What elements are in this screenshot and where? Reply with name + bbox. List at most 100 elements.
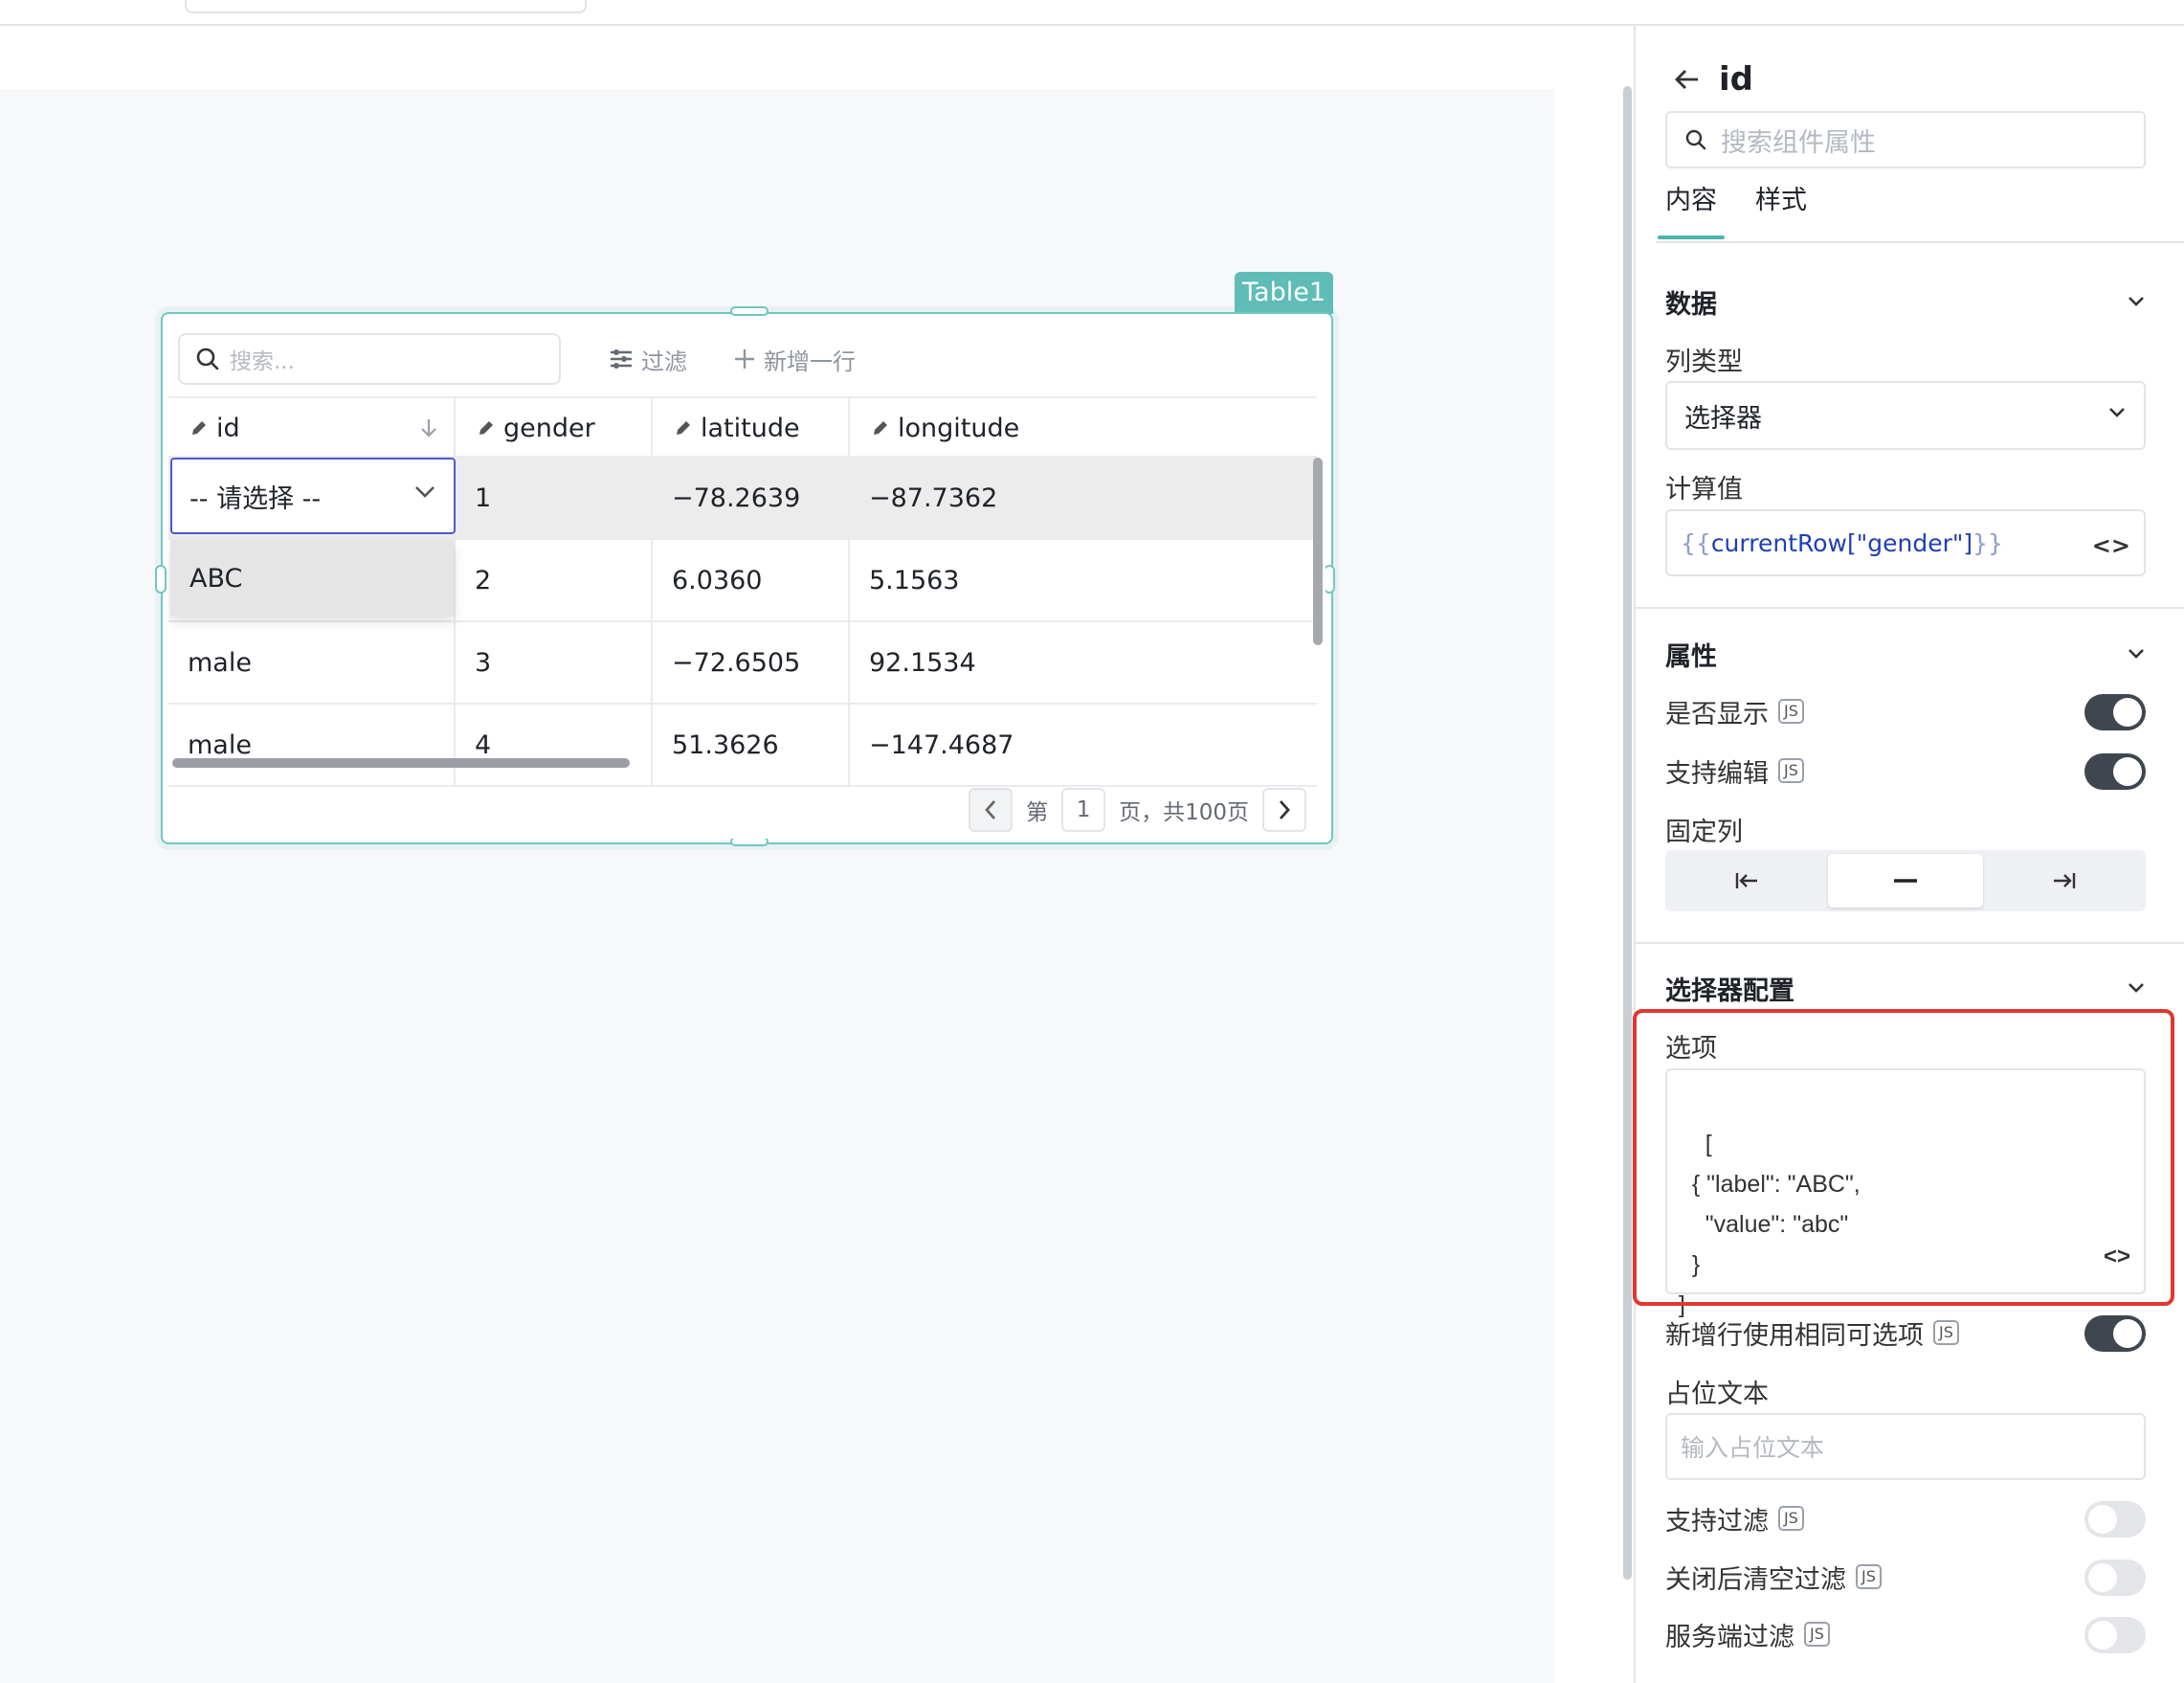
- fixed-column-segmented: [1665, 850, 2146, 911]
- same-options-toggle[interactable]: [2084, 1315, 2146, 1352]
- cell-gender[interactable]: 2: [456, 540, 653, 620]
- computed-value-label: 计算值: [1665, 474, 1743, 505]
- cell-gender[interactable]: 4: [456, 705, 653, 785]
- clear-filter-label-text: 关闭后清空过滤: [1665, 1564, 1846, 1595]
- filter-label: 过滤: [641, 348, 687, 375]
- filter-button[interactable]: 过滤: [609, 333, 687, 385]
- section-header-data[interactable]: 数据: [1665, 282, 2146, 321]
- highlight-annotation: [1633, 1009, 2174, 1306]
- code-icon[interactable]: <>: [2092, 532, 2130, 559]
- cell-longitude[interactable]: 92.1534: [850, 622, 1137, 703]
- section-divider: [1634, 607, 2184, 609]
- clear-filter-label: 关闭后清空过滤 JS: [1665, 1558, 1882, 1596]
- column-type-select[interactable]: 选择器: [1665, 381, 2146, 450]
- placeholder-input-placeholder: 输入占位文本: [1681, 1434, 1825, 1462]
- cell-longitude[interactable]: −147.4687: [850, 705, 1137, 785]
- js-badge[interactable]: JS: [1933, 1320, 1959, 1345]
- id-select-dropdown[interactable]: -- 请选择 --: [170, 458, 456, 534]
- column-header-latitude[interactable]: latitude: [653, 398, 850, 458]
- column-header-id[interactable]: id: [168, 398, 456, 458]
- filter-support-label: 支持过滤 JS: [1665, 1499, 1804, 1537]
- table-row[interactable]: male 3 −72.6505 92.1534: [168, 622, 1317, 705]
- visible-label-text: 是否显示: [1665, 699, 1769, 729]
- section-header-selector[interactable]: 选择器配置: [1665, 969, 2146, 1007]
- fix-none-button[interactable]: [1828, 854, 1983, 908]
- cell-latitude[interactable]: 6.0360: [653, 540, 850, 620]
- column-header-longitude[interactable]: longitude: [850, 398, 1047, 458]
- add-row-button[interactable]: 新增一行: [733, 333, 856, 385]
- plus-icon: [735, 349, 754, 369]
- pin-right-icon: [2054, 873, 2076, 888]
- section-title: 数据: [1665, 289, 1717, 320]
- panel-title: id: [1673, 56, 1753, 103]
- cell-longitude[interactable]: 5.1563: [850, 540, 1137, 620]
- js-badge[interactable]: JS: [1778, 699, 1804, 724]
- section-divider: [1634, 942, 2184, 944]
- dropdown-option[interactable]: ABC: [170, 540, 454, 617]
- cell-longitude[interactable]: −87.7362: [850, 458, 1137, 538]
- same-options-label: 新增行使用相同可选项 JS: [1665, 1313, 1959, 1352]
- resize-handle-left[interactable]: [155, 565, 167, 594]
- fix-right-button[interactable]: [1987, 854, 2142, 908]
- server-filter-toggle[interactable]: [2084, 1617, 2146, 1653]
- prev-page-button[interactable]: [969, 788, 1014, 832]
- column-header-label: longitude: [898, 413, 1020, 443]
- fixed-column-label: 固定列: [1665, 817, 1743, 847]
- filter-support-toggle[interactable]: [2084, 1501, 2146, 1537]
- table-horizontal-scrollbar[interactable]: [172, 758, 630, 768]
- js-badge[interactable]: JS: [1778, 1506, 1804, 1531]
- sort-down-icon[interactable]: [419, 417, 438, 438]
- table-header: id gender latitude longitude: [168, 396, 1317, 458]
- page-number-input[interactable]: 1: [1061, 788, 1106, 832]
- visible-toggle[interactable]: [2084, 694, 2146, 730]
- computed-value-editor[interactable]: {{currentRow["gender"]}} <>: [1665, 509, 2146, 576]
- table-component[interactable]: 搜索... 过滤 新增一行 id gender latitude longitu…: [155, 306, 1335, 846]
- table-vertical-scrollbar[interactable]: [1313, 458, 1323, 645]
- chevron-down-icon: [2128, 649, 2144, 659]
- table-search-input[interactable]: 搜索...: [178, 333, 561, 385]
- back-arrow-icon[interactable]: [1673, 68, 1700, 91]
- cell-latitude[interactable]: 51.3626: [653, 705, 850, 785]
- property-search-input[interactable]: 搜索组件属性: [1665, 111, 2146, 168]
- editable-toggle[interactable]: [2084, 753, 2146, 790]
- fix-left-button[interactable]: [1669, 854, 1824, 908]
- editable-label-text: 支持编辑: [1665, 758, 1769, 789]
- toggle-knob: [2088, 1563, 2117, 1592]
- edit-icon: [677, 421, 690, 435]
- js-badge[interactable]: JS: [1778, 758, 1804, 783]
- canvas-scrollbar[interactable]: [1623, 86, 1632, 1580]
- column-header-gender[interactable]: gender: [456, 398, 653, 458]
- next-page-button[interactable]: [1262, 788, 1306, 832]
- tab-content[interactable]: 内容: [1658, 182, 1725, 239]
- tab-style[interactable]: 样式: [1755, 182, 1807, 239]
- cell-latitude[interactable]: −78.2639: [653, 458, 850, 538]
- column-header-label: gender: [503, 413, 595, 443]
- column-header-label: latitude: [701, 413, 800, 443]
- section-title: 属性: [1665, 641, 1717, 672]
- visible-label: 是否显示 JS: [1665, 692, 1804, 730]
- table-row[interactable]: male 4 51.3626 −147.4687: [168, 705, 1317, 787]
- cell-id[interactable]: male: [168, 705, 456, 785]
- top-input-stub[interactable]: [185, 0, 587, 13]
- section-header-props[interactable]: 属性: [1665, 635, 2146, 673]
- cell-latitude[interactable]: −72.6505: [653, 622, 850, 703]
- cell-id[interactable]: male: [168, 622, 456, 703]
- panel-tabs: 内容 样式: [1658, 182, 1845, 239]
- cell-gender[interactable]: 3: [456, 622, 653, 703]
- add-row-label: 新增一行: [764, 348, 856, 375]
- table-component-tag[interactable]: Table1: [1235, 272, 1333, 314]
- server-filter-label-text: 服务端过滤: [1665, 1622, 1794, 1652]
- chevron-down-icon: [2128, 983, 2144, 993]
- js-badge[interactable]: JS: [1856, 1564, 1882, 1589]
- clear-filter-toggle[interactable]: [2084, 1560, 2146, 1596]
- placeholder-input[interactable]: 输入占位文本: [1665, 1413, 2146, 1480]
- section-title: 选择器配置: [1665, 976, 1794, 1006]
- table-body: 搜索... 过滤 新增一行 id gender latitude longitu…: [168, 322, 1326, 839]
- edit-icon: [479, 421, 493, 435]
- cell-gender[interactable]: 1: [456, 458, 653, 538]
- toggle-knob: [2113, 698, 2142, 727]
- resize-handle-top[interactable]: [730, 306, 769, 316]
- table-search-placeholder: 搜索...: [230, 349, 295, 374]
- edit-icon: [192, 421, 206, 435]
- js-badge[interactable]: JS: [1804, 1622, 1830, 1647]
